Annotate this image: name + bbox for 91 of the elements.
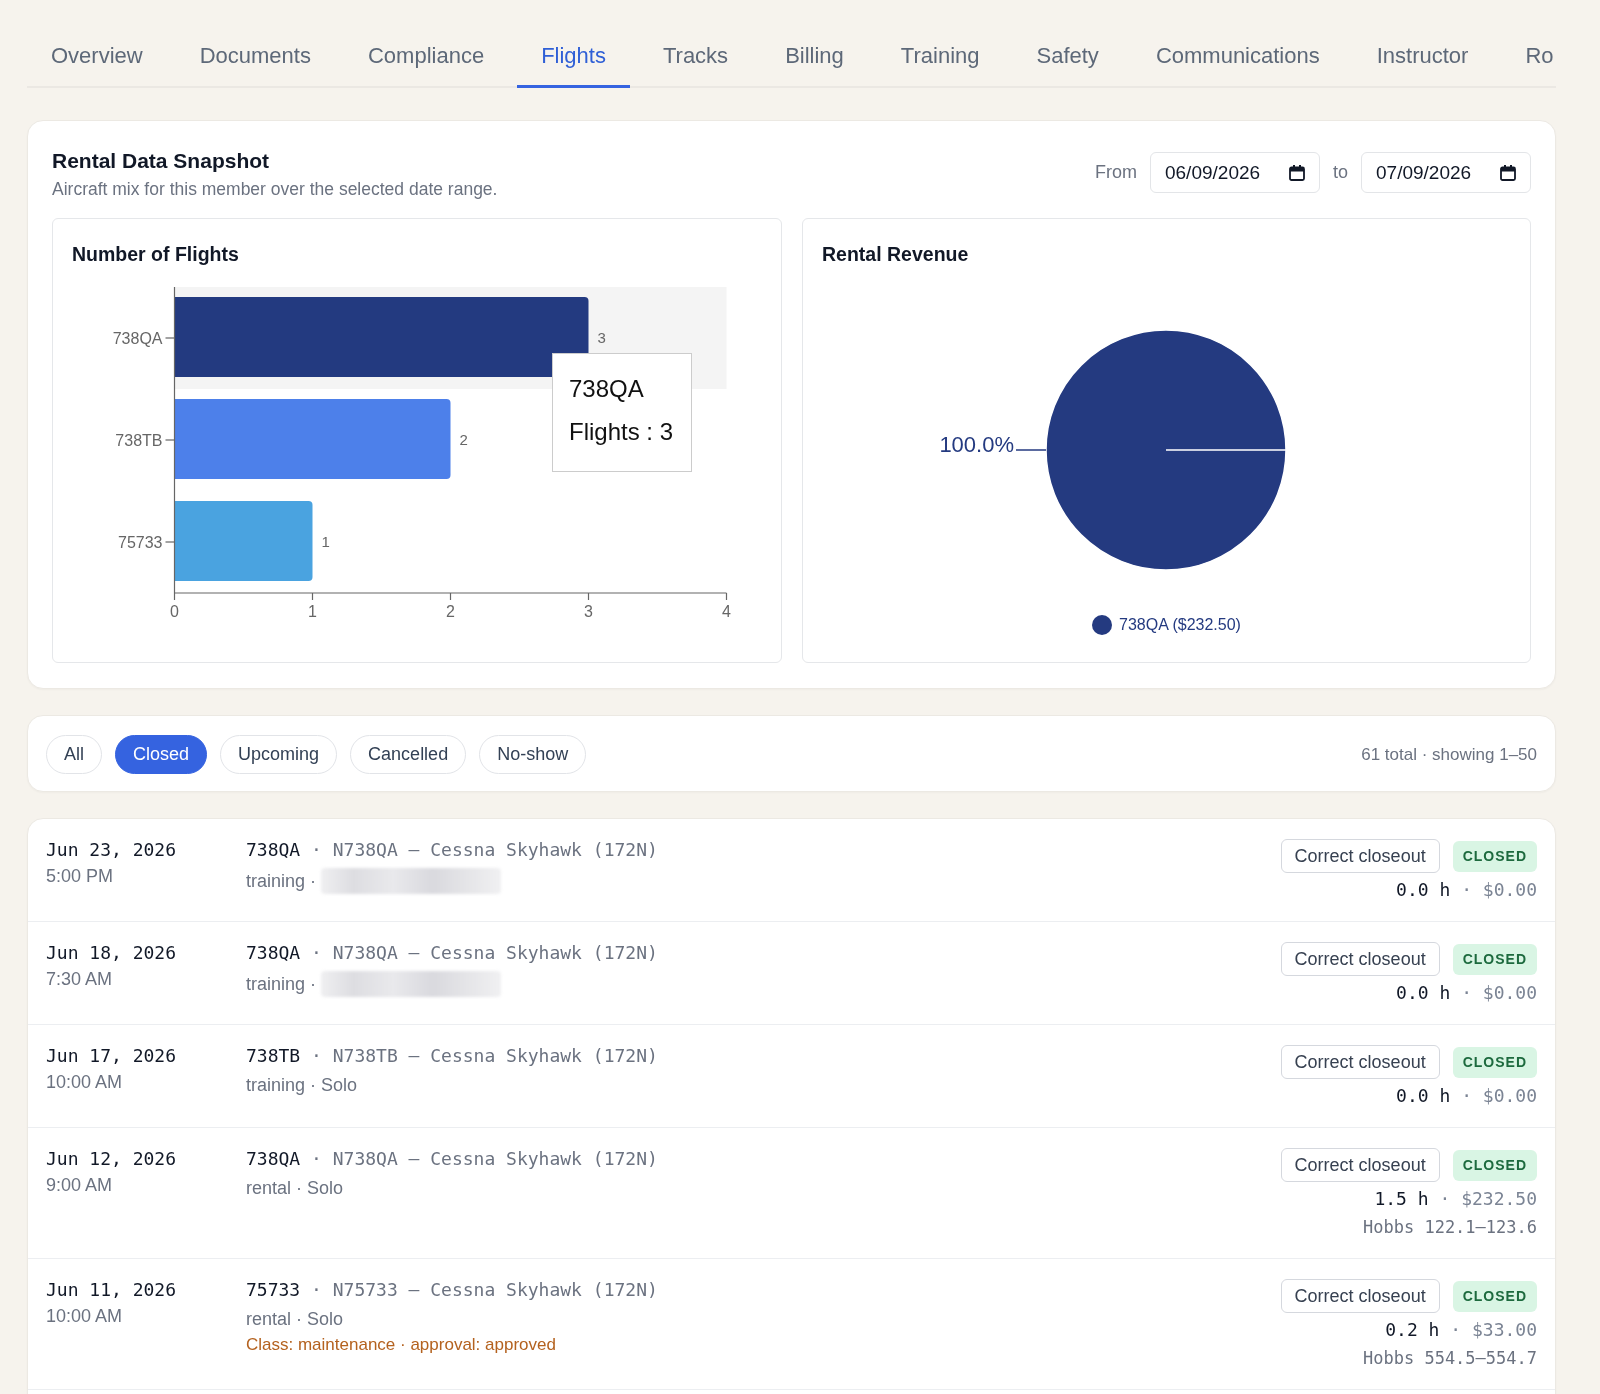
- closeout-button[interactable]: Correct closeout: [1280, 839, 1440, 873]
- tab[interactable]: Flights: [517, 24, 630, 88]
- flight-time: 5:00 PM: [46, 865, 114, 887]
- tick-label: 1: [308, 603, 317, 620]
- chart-title: Rental Revenue: [822, 242, 969, 267]
- flight-cost: · $0.00: [1461, 1085, 1537, 1106]
- status-badge: CLOSED: [1452, 1280, 1537, 1312]
- flight-date: Jun 12, 2026: [46, 1148, 177, 1170]
- tab[interactable]: Documents: [175, 24, 335, 88]
- flight-date: Jun 17, 2026: [46, 1045, 177, 1067]
- tab[interactable]: Communications: [1131, 24, 1344, 88]
- result-count: 61 total · showing 1–50: [1361, 744, 1537, 765]
- chart-title: Number of Flights: [72, 242, 239, 267]
- status-badge: CLOSED: [1452, 1149, 1537, 1181]
- closeout-button[interactable]: Correct closeout: [1280, 1148, 1440, 1182]
- filter-chip[interactable]: No-show: [479, 735, 587, 774]
- tail-number: 738QA: [246, 1148, 301, 1169]
- flight-hours: 0.0 h: [1396, 879, 1451, 900]
- tooltip-title: 738QA: [569, 374, 644, 404]
- flight-details: rental · Solo: [246, 1177, 344, 1199]
- flight-date: Jun 23, 2026: [46, 839, 177, 861]
- tick-label: 2: [446, 603, 455, 620]
- tab[interactable]: Overview: [27, 24, 167, 88]
- tail-number: 738QA: [246, 942, 301, 963]
- tab[interactable]: Instructor: [1352, 24, 1493, 88]
- status-badge: CLOSED: [1452, 943, 1537, 975]
- closeout-button[interactable]: Correct closeout: [1280, 942, 1440, 976]
- flight-hours: 0.0 h: [1396, 1085, 1451, 1106]
- tick-label: 4: [722, 603, 731, 620]
- tab[interactable]: Compliance: [343, 24, 509, 88]
- status-badge: CLOSED: [1452, 840, 1537, 872]
- flight-details: rental · Solo: [246, 1308, 344, 1330]
- tail-number: 738TB: [246, 1045, 301, 1066]
- flight-cost: · $33.00: [1450, 1319, 1537, 1340]
- filter-chip[interactable]: All: [46, 735, 102, 774]
- flight-hours: 1.5 h: [1374, 1188, 1429, 1209]
- tick-label: 3: [584, 603, 593, 620]
- value-label: 1: [321, 533, 330, 550]
- tab[interactable]: Billing: [761, 24, 868, 88]
- section-title: Rental Data Snapshot: [52, 148, 270, 174]
- closeout-button[interactable]: Correct closeout: [1280, 1045, 1440, 1079]
- tooltip-value: Flights : 3: [569, 417, 674, 447]
- date-label: From: [1095, 162, 1137, 183]
- leader-line: [1015, 449, 1047, 451]
- tab[interactable]: Ro: [1501, 24, 1554, 88]
- tab[interactable]: Tracks: [638, 24, 753, 88]
- percent-label: 100.0%: [939, 432, 1014, 457]
- tail-number: 738QA: [246, 839, 301, 860]
- aircraft-description: · N738QA – Cessna Skyhawk (172N): [311, 839, 658, 860]
- tail-number: 75733: [246, 1279, 301, 1300]
- tick-label: 0: [170, 603, 179, 620]
- date-field[interactable]: 07/09/2026: [1361, 152, 1531, 193]
- section-subtitle: Aircraft mix for this member over the selected date range.: [52, 178, 498, 200]
- category-label: 738QA: [112, 329, 163, 347]
- category-label: 75733: [118, 533, 163, 551]
- aircraft-description: · N738QA – Cessna Skyhawk (172N): [311, 1148, 658, 1169]
- status-badge: CLOSED: [1452, 1046, 1537, 1078]
- tab[interactable]: Safety: [1012, 24, 1123, 88]
- category-label: 738TB: [115, 431, 163, 449]
- aircraft-description: · N738TB – Cessna Skyhawk (172N): [311, 1045, 658, 1066]
- value-label: 3: [597, 329, 606, 346]
- calendar-icon: [1500, 164, 1516, 181]
- flight-date: Jun 11, 2026: [46, 1279, 177, 1301]
- hobbs-range: Hobbs 554.5–554.7: [1363, 1347, 1537, 1370]
- flight-hours: 0.2 h: [1385, 1319, 1440, 1340]
- value-label: 2: [459, 431, 468, 448]
- flight-cost: · $0.00: [1461, 879, 1537, 900]
- date-label: to: [1333, 162, 1348, 183]
- filter-chip[interactable]: Upcoming: [220, 735, 338, 774]
- flight-details: training ·: [246, 870, 317, 892]
- aircraft-description: · N75733 – Cessna Skyhawk (172N): [311, 1279, 658, 1300]
- closeout-button[interactable]: Correct closeout: [1280, 1279, 1440, 1313]
- flight-note: Class: maintenance · approval: approved: [246, 1334, 556, 1356]
- flight-details: training ·: [246, 973, 317, 995]
- flight-time: 9:00 AM: [46, 1174, 113, 1196]
- hobbs-range: Hobbs 122.1–123.6: [1363, 1216, 1537, 1239]
- calendar-icon: [1289, 164, 1305, 181]
- filter-chip[interactable]: Cancelled: [350, 735, 467, 774]
- filter-chip[interactable]: Closed: [115, 735, 208, 774]
- flight-cost: · $0.00: [1461, 982, 1537, 1003]
- legend-label: 738QA ($232.50): [1119, 615, 1241, 635]
- flight-time: 10:00 AM: [46, 1071, 123, 1093]
- date-field[interactable]: 06/09/2026: [1150, 152, 1320, 193]
- tab[interactable]: Training: [876, 24, 1004, 88]
- flight-time: 10:00 AM: [46, 1305, 123, 1327]
- flight-details: training · Solo: [246, 1074, 358, 1096]
- aircraft-description: · N738QA – Cessna Skyhawk (172N): [311, 942, 658, 963]
- flight-cost: · $232.50: [1439, 1188, 1537, 1209]
- flight-time: 7:30 AM: [46, 968, 113, 990]
- flight-hours: 0.0 h: [1396, 982, 1451, 1003]
- flight-date: Jun 18, 2026: [46, 942, 177, 964]
